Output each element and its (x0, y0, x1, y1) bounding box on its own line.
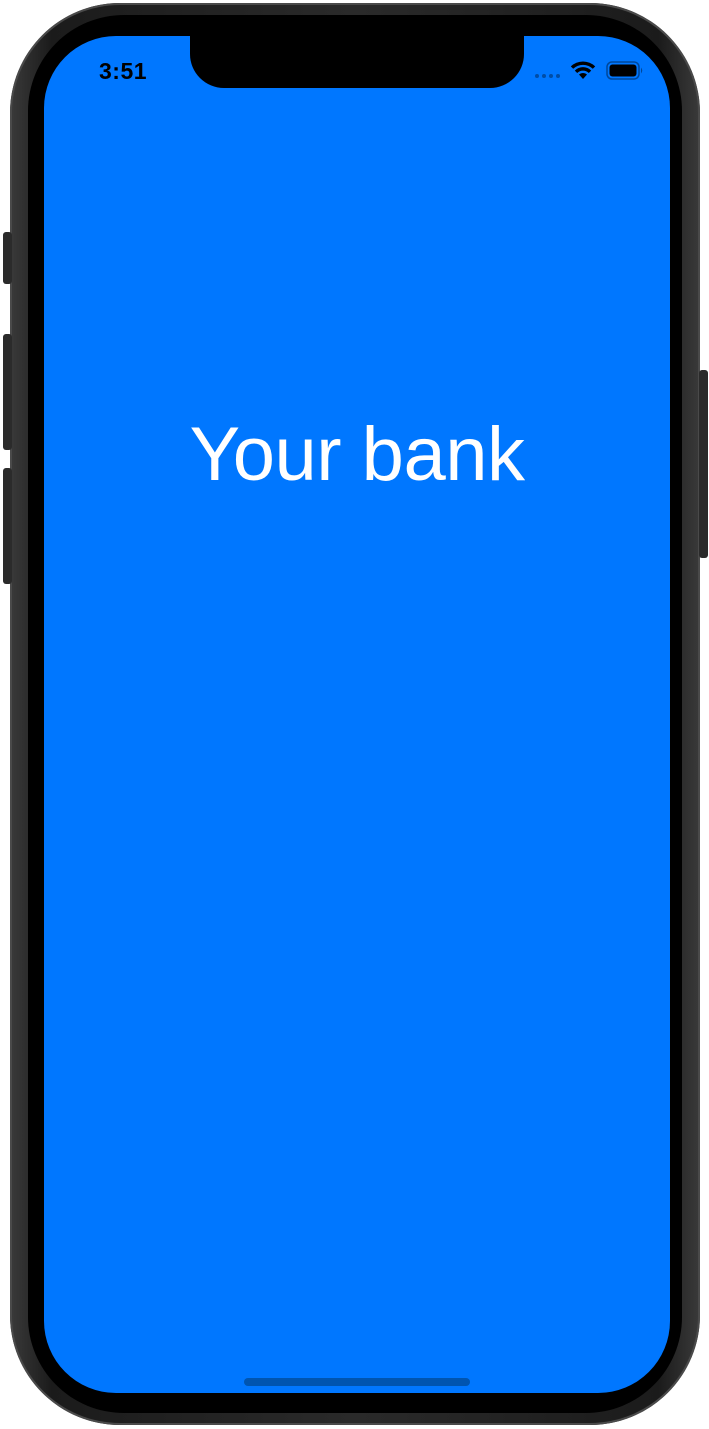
volume-down-button (3, 468, 12, 584)
app-screen: 3:51 Your bank (44, 36, 670, 1393)
volume-up-button (3, 334, 12, 450)
splash-title: Your bank (189, 412, 525, 497)
home-indicator[interactable] (244, 1378, 470, 1386)
silent-switch (3, 232, 12, 284)
power-button (699, 370, 708, 558)
battery-icon (606, 61, 644, 80)
notch (190, 36, 524, 88)
wifi-icon (570, 61, 596, 80)
cellular-signal-icon (535, 64, 560, 78)
status-indicators (535, 61, 644, 80)
status-time: 3:51 (99, 58, 148, 84)
